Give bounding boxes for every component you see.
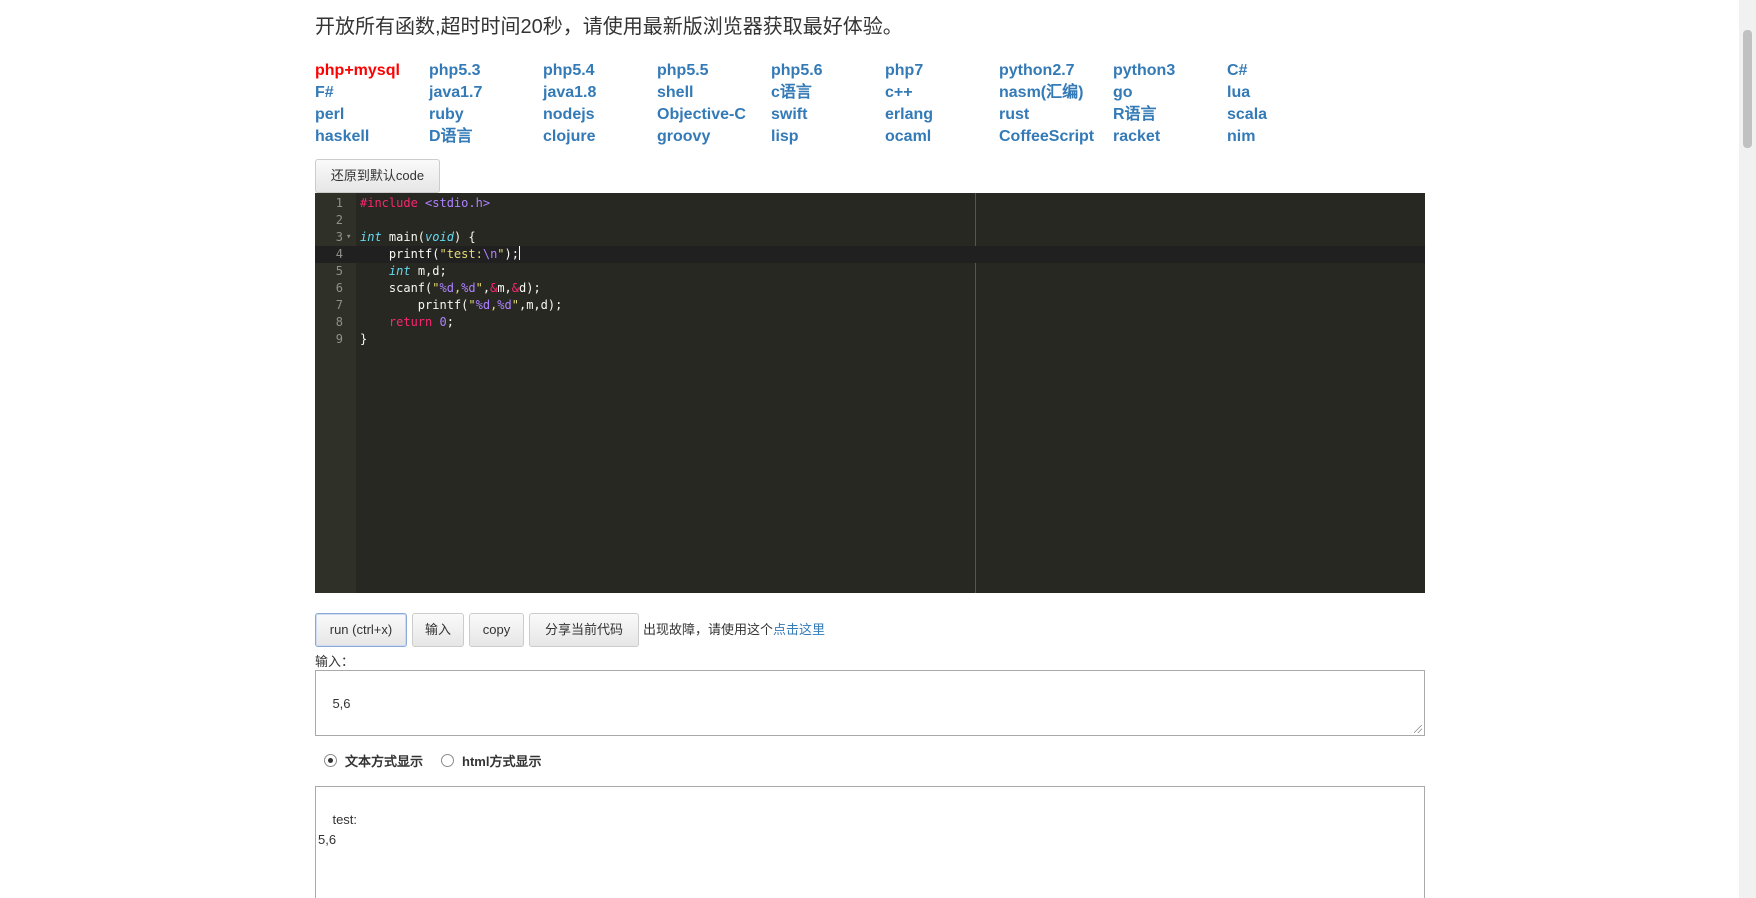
code-line[interactable]: 3 ▾ int main(void) { (315, 229, 1425, 246)
language-link[interactable]: python2.7 (999, 60, 1113, 82)
language-link[interactable]: php5.6 (771, 60, 885, 82)
language-link[interactable]: php5.4 (543, 60, 657, 82)
share-code-button[interactable]: 分享当前代码 (529, 613, 639, 647)
text-mode-radio[interactable] (324, 754, 337, 767)
code-text: return 0; (388, 315, 454, 329)
language-link[interactable]: clojure (543, 126, 657, 148)
code-editor[interactable]: 1 #include <stdio.h> 2 3 ▾ int main(void) { 4 … (315, 193, 1425, 593)
language-link[interactable]: groovy (657, 126, 771, 148)
fallback-hint-text: 出现故障，请使用这个 (643, 622, 774, 637)
input-button[interactable]: 输入 (412, 613, 464, 647)
code-line[interactable]: 5 int m,d; (315, 263, 1425, 280)
code-line[interactable]: 6 scanf("%d,%d",&m,&d); (315, 280, 1425, 297)
language-link[interactable]: php5.3 (429, 60, 543, 82)
stdin-value: 5,6 (332, 696, 351, 711)
language-link[interactable]: perl (315, 104, 429, 126)
code-line[interactable]: 9} (315, 331, 1425, 348)
language-link[interactable]: R语言 (1113, 104, 1227, 126)
language-link[interactable]: java1.7 (429, 82, 543, 104)
language-link[interactable]: rust (999, 104, 1113, 126)
run-button[interactable]: run (ctrl+x) (315, 613, 407, 647)
fallback-hint: 出现故障，请使用这个点击这里 (643, 619, 825, 638)
language-link[interactable]: D语言 (429, 126, 543, 148)
input-label: 输入： (315, 654, 355, 669)
language-link[interactable]: nodejs (543, 104, 657, 126)
output-textarea[interactable]: test: 5,6 (315, 786, 1425, 898)
language-link[interactable]: nasm(汇编) (999, 82, 1113, 104)
fold-toggle-icon[interactable]: ▾ (346, 229, 351, 246)
code-text: int m,d; (388, 264, 447, 278)
code-text: } (360, 332, 368, 346)
language-grid: php+mysql php5.3 php5.4 php5.5 php5.6 php7 pyt… (315, 60, 1341, 148)
line-number: 5 (335, 264, 343, 278)
code-text: scanf("%d,%d",&m,&d); (360, 281, 541, 295)
language-link[interactable]: php+mysql (315, 60, 429, 82)
scrollbar-thumb[interactable] (1743, 30, 1752, 148)
language-link[interactable]: Objective-C (657, 104, 771, 126)
language-link[interactable]: swift (771, 104, 885, 126)
code-line[interactable]: 4 printf("test:\n"); (315, 246, 1425, 263)
resize-grip-icon[interactable] (1414, 725, 1422, 733)
html-mode-label[interactable]: html方式显示 (462, 751, 541, 770)
language-link[interactable]: scala (1227, 104, 1341, 126)
restore-default-code-button[interactable]: 还原到默认code (315, 159, 440, 193)
language-link[interactable]: haskell (315, 126, 429, 148)
html-mode-radio[interactable] (441, 754, 455, 767)
line-number: 4 (335, 247, 343, 261)
line-number: 1 (335, 196, 343, 210)
language-link[interactable]: ocaml (885, 126, 999, 148)
language-link[interactable]: ruby (429, 104, 543, 126)
code-line[interactable]: 8 return 0; (315, 314, 1425, 331)
language-link[interactable]: go (1113, 82, 1227, 104)
copy-button[interactable]: copy (469, 613, 524, 647)
language-link[interactable]: java1.8 (543, 82, 657, 104)
language-link[interactable]: racket (1113, 126, 1227, 148)
display-mode-group: 文本方式显示 html方式显示 (324, 751, 559, 770)
code-line[interactable]: 1 #include <stdio.h> (315, 195, 1425, 212)
language-link[interactable]: F# (315, 82, 429, 104)
output-value: test: 5,6 (318, 812, 358, 847)
language-link[interactable]: c++ (885, 82, 999, 104)
language-link[interactable]: erlang (885, 104, 999, 126)
language-link[interactable]: C# (1227, 60, 1341, 82)
page-scrollbar[interactable] (1739, 0, 1756, 898)
fallback-link[interactable]: 点击这里 (773, 622, 825, 637)
code-text: printf("test:\n"); (360, 246, 520, 261)
page: 开放所有函数,超时时间20秒，请使用最新版浏览器获取最好体验。 php+mysq… (0, 0, 1756, 898)
language-link[interactable]: lua (1227, 82, 1341, 104)
code-text: printf("%d,%d",m,d); (360, 298, 563, 312)
code-line[interactable]: 7 printf("%d,%d",m,d); (315, 297, 1425, 314)
line-number: 8 (335, 315, 343, 329)
line-number: 3 (335, 230, 343, 244)
language-link[interactable]: nim (1227, 126, 1341, 148)
code-text: #include <stdio.h> (360, 196, 491, 210)
language-link[interactable]: python3 (1113, 60, 1227, 82)
notice-text: 开放所有函数,超时时间20秒，请使用最新版浏览器获取最好体验。 (315, 16, 903, 38)
line-number: 6 (335, 281, 343, 295)
language-link[interactable]: php5.5 (657, 60, 771, 82)
line-number: 2 (335, 213, 343, 227)
language-link[interactable]: shell (657, 82, 771, 104)
language-link[interactable]: php7 (885, 60, 999, 82)
stdin-textarea[interactable]: 5,6 (315, 670, 1425, 736)
text-mode-label[interactable]: 文本方式显示 (345, 751, 423, 770)
line-number: 7 (335, 298, 343, 312)
code-text: int main(void) { (360, 230, 476, 244)
code-line[interactable]: 2 (315, 212, 1425, 229)
language-link[interactable]: CoffeeScript (999, 126, 1113, 148)
language-link[interactable]: lisp (771, 126, 885, 148)
line-number: 9 (335, 332, 343, 346)
language-link[interactable]: c语言 (771, 82, 885, 104)
